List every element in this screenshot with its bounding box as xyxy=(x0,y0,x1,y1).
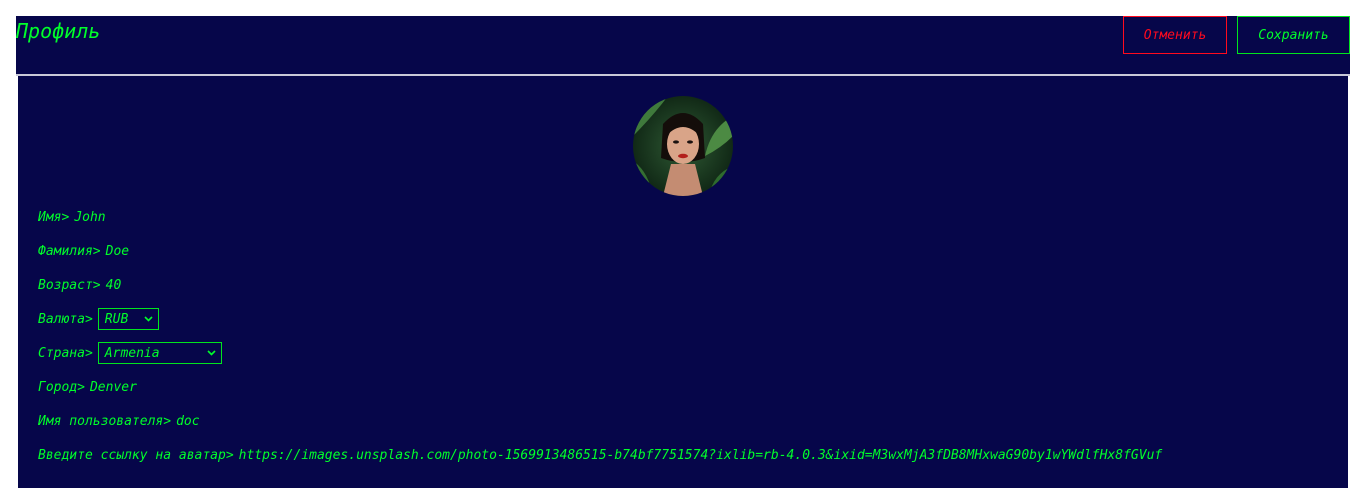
city-label: Город> xyxy=(38,379,85,395)
currency-select[interactable]: RUB xyxy=(97,308,159,330)
avatar-photo-icon xyxy=(633,96,733,196)
age-row: Возраст> 40 xyxy=(38,274,121,296)
username-label: Имя пользователя> xyxy=(38,413,172,429)
username-value[interactable]: doc xyxy=(176,414,199,429)
country-select[interactable]: Armenia xyxy=(97,342,222,364)
last-name-row: Фамилия> Doe xyxy=(38,240,129,262)
country-selected-value: Armenia xyxy=(104,345,160,361)
avatar-url-label: Введите ссылку на аватар> xyxy=(38,447,234,463)
currency-label: Валюта> xyxy=(38,311,93,327)
chevron-down-icon xyxy=(207,350,216,356)
country-label: Страна> xyxy=(38,345,93,361)
first-name-row: Имя> John xyxy=(38,206,106,228)
age-value[interactable]: 40 xyxy=(106,278,122,293)
header-bar: Профиль Отменить Сохранить xyxy=(16,16,1350,74)
chevron-down-icon xyxy=(144,316,153,322)
save-button[interactable]: Сохранить xyxy=(1237,16,1350,54)
age-label: Возраст> xyxy=(38,277,101,293)
country-row: Страна> Armenia xyxy=(38,342,222,364)
avatar-url-value[interactable]: https://images.unsplash.com/photo-156991… xyxy=(239,448,1163,463)
page-title: Профиль xyxy=(16,19,101,43)
username-row: Имя пользователя> doc xyxy=(38,410,200,432)
cancel-button[interactable]: Отменить xyxy=(1123,16,1227,54)
city-row: Город> Denver xyxy=(38,376,137,398)
first-name-value[interactable]: John xyxy=(74,210,105,225)
profile-panel: Имя> John Фамилия> Doe Возраст> 40 Валют… xyxy=(18,76,1348,488)
currency-row: Валюта> RUB xyxy=(38,308,159,330)
first-name-label: Имя> xyxy=(38,209,70,225)
city-value[interactable]: Denver xyxy=(90,380,137,395)
avatar-url-row: Введите ссылку на аватар> https://images… xyxy=(38,444,1162,466)
last-name-value[interactable]: Doe xyxy=(106,244,129,259)
currency-selected-value: RUB xyxy=(104,311,129,327)
last-name-label: Фамилия> xyxy=(38,243,101,259)
avatar xyxy=(633,96,733,196)
